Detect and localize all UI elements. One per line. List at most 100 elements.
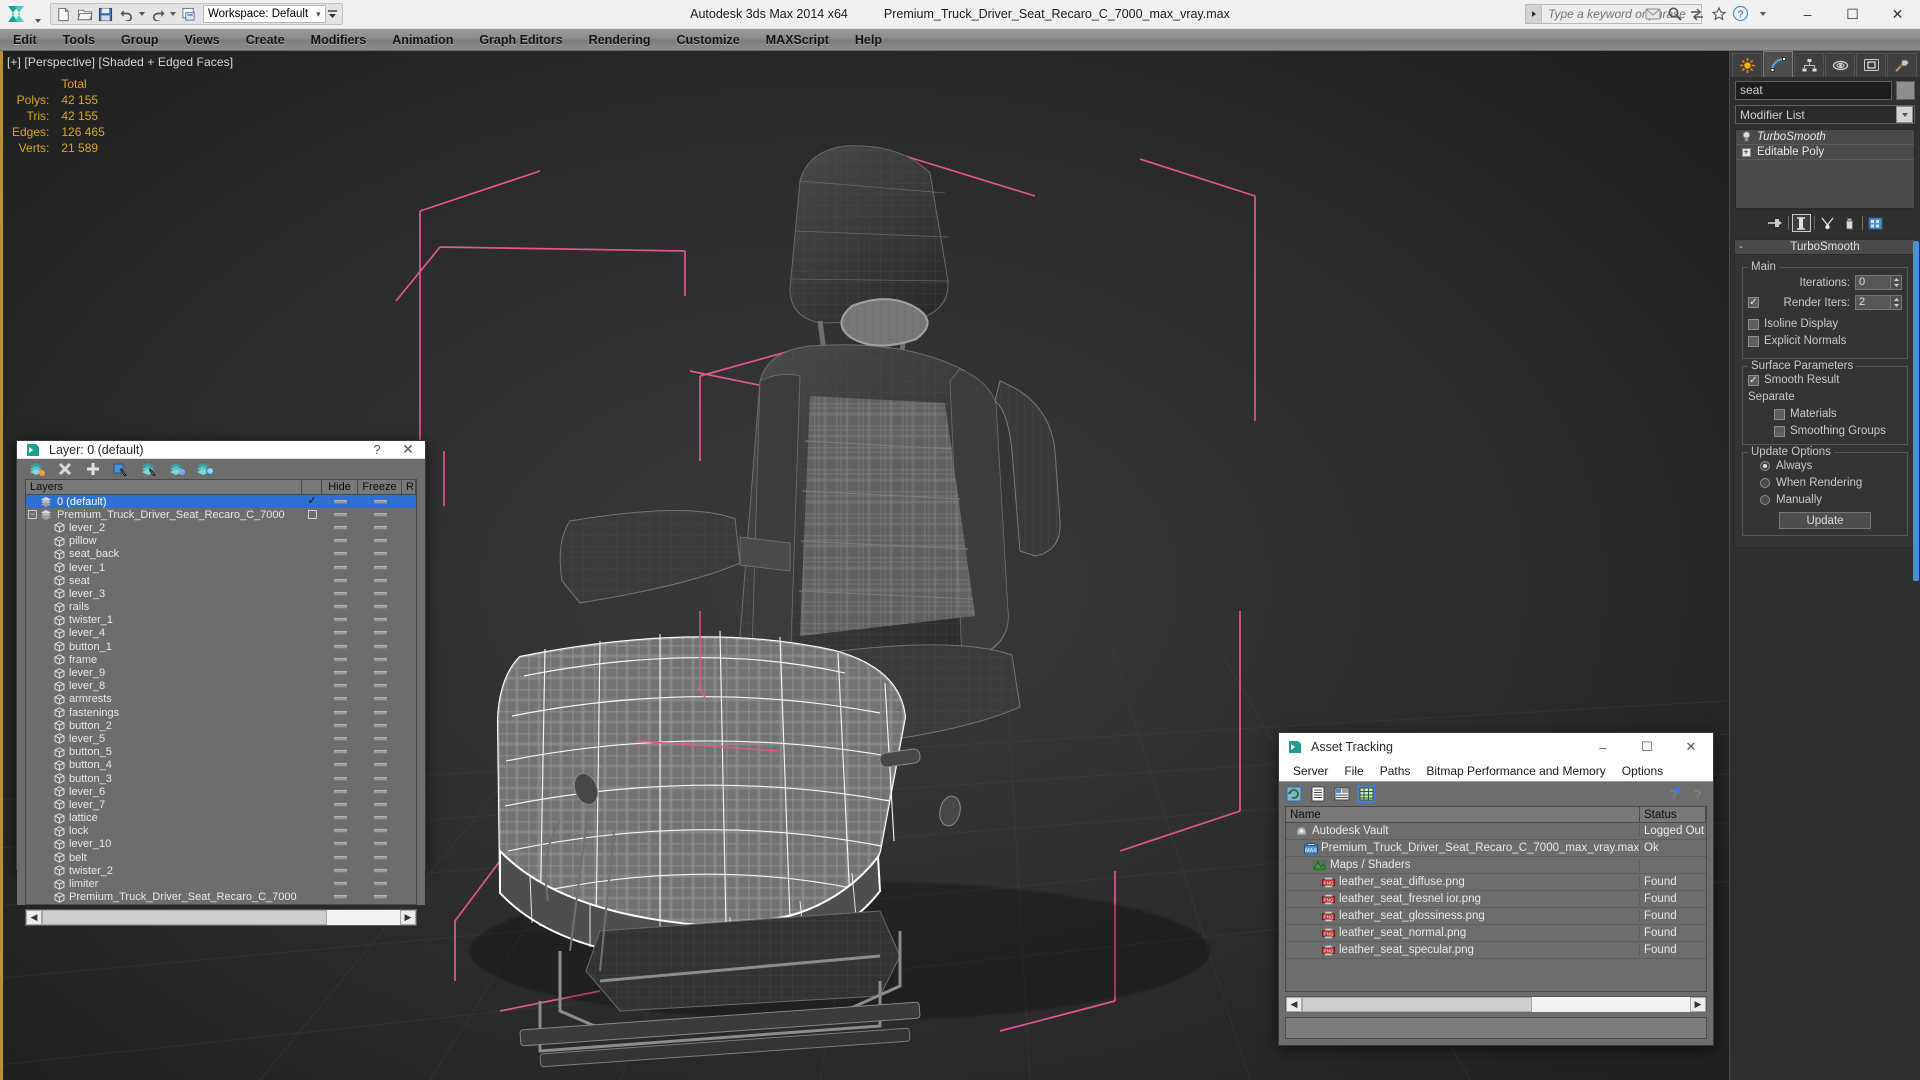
details-view-icon[interactable] — [1333, 785, 1351, 803]
menu-create[interactable]: Create — [233, 29, 298, 51]
layer-row[interactable]: Premium_Truck_Driver_Seat_Recaro_C_7000 — [26, 891, 416, 904]
help-new-features-icon[interactable]: ? — [1665, 785, 1683, 803]
show-end-result-icon[interactable] — [1791, 214, 1811, 232]
scroll-right-icon[interactable]: ▶ — [400, 909, 416, 925]
layer-freeze-cell[interactable] — [358, 644, 402, 649]
column-render[interactable]: R — [402, 480, 416, 494]
layer-row[interactable]: lattice — [26, 812, 416, 825]
separate-smoothing-groups-checkbox[interactable] — [1774, 425, 1785, 437]
layer-hide-cell[interactable] — [322, 736, 358, 741]
highlight-selected-layers-icon[interactable] — [167, 459, 187, 479]
favorites-star-icon[interactable] — [1709, 4, 1728, 23]
layer-current-cell[interactable]: ✓ — [302, 496, 322, 507]
delete-layer-icon[interactable] — [55, 459, 75, 479]
layer-freeze-cell[interactable] — [358, 816, 402, 821]
layer-freeze-cell[interactable] — [358, 684, 402, 689]
add-selection-to-layer-icon[interactable] — [83, 459, 103, 479]
layer-freeze-cell[interactable] — [358, 605, 402, 610]
asset-menu-file[interactable]: File — [1336, 764, 1371, 778]
column-name[interactable]: Name — [1286, 807, 1640, 822]
help-icon[interactable]: ? — [1689, 785, 1707, 803]
layer-horizontal-scrollbar[interactable]: ◀ ▶ — [25, 908, 417, 926]
new-file-icon[interactable] — [53, 5, 74, 24]
layer-row-list[interactable]: 0 (default) ✓ − Premium_Truck_Driver_Seat_R… — [26, 495, 416, 904]
modifier-stack-item-turbosmooth[interactable]: TurboSmooth — [1736, 130, 1914, 145]
layer-row[interactable]: button_2 — [26, 719, 416, 732]
layer-hide-cell[interactable] — [322, 895, 358, 900]
layer-hide-cell[interactable] — [322, 644, 358, 649]
layer-hide-cell[interactable] — [322, 565, 358, 570]
render-iters-spin-buttons[interactable] — [1891, 295, 1902, 310]
layer-row[interactable]: 0 (default) ✓ — [26, 495, 416, 509]
layer-expander-icon[interactable]: − — [28, 510, 37, 520]
layer-row[interactable]: twister_2 — [26, 864, 416, 877]
layer-current-cell[interactable] — [302, 510, 322, 520]
layer-hide-cell[interactable] — [322, 750, 358, 755]
search-tool-icon[interactable] — [1665, 4, 1684, 23]
save-file-icon[interactable] — [95, 5, 116, 24]
rollout-collapse-icon[interactable]: - — [1739, 241, 1743, 253]
menu-help[interactable]: Help — [842, 29, 895, 51]
asset-row[interactable]: Maps / Shaders — [1286, 857, 1706, 874]
layer-row[interactable]: pillow — [26, 535, 416, 548]
update-always-radio[interactable] — [1760, 461, 1770, 471]
select-objects-in-layer-icon[interactable] — [111, 459, 131, 479]
redo-dropdown-icon[interactable] — [168, 5, 178, 24]
layer-hide-cell[interactable] — [322, 882, 358, 887]
layer-hide-cell[interactable] — [322, 657, 358, 662]
layer-row[interactable]: lever_6 — [26, 785, 416, 798]
isoline-display-checkbox[interactable] — [1748, 318, 1759, 330]
workspace-caret-icon[interactable]: ▾ — [308, 8, 321, 20]
menu-tools[interactable]: Tools — [50, 29, 108, 51]
exchange-icon[interactable] — [1687, 4, 1706, 23]
viewport-label[interactable]: [+] [Perspective] [Shaded + Edged Faces] — [7, 55, 233, 69]
undo-dropdown-icon[interactable] — [137, 5, 147, 24]
layer-freeze-cell[interactable] — [358, 657, 402, 662]
layer-freeze-cell[interactable] — [358, 802, 402, 807]
modifier-list-dropdown[interactable]: Modifier List — [1735, 105, 1915, 124]
menu-graph-editors[interactable]: Graph Editors — [466, 29, 575, 51]
layer-hide-cell[interactable] — [322, 552, 358, 557]
layer-row[interactable]: lever_9 — [26, 666, 416, 679]
layer-row[interactable]: lever_2 — [26, 521, 416, 534]
layer-freeze-cell[interactable] — [358, 829, 402, 834]
modify-tab[interactable] — [1763, 51, 1793, 77]
open-file-icon[interactable] — [74, 5, 95, 24]
iterations-spinner[interactable]: 0 — [1855, 275, 1902, 290]
modifier-stack[interactable]: TurboSmooth + Editable Poly — [1735, 129, 1915, 209]
iterations-spin-down-icon[interactable] — [1891, 283, 1901, 290]
layer-explorer-dialog[interactable]: Layer: 0 (default) ? ✕ Layers Hide Freez… — [16, 440, 426, 926]
layer-freeze-cell[interactable] — [358, 591, 402, 596]
layer-hide-cell[interactable] — [322, 512, 358, 517]
update-manually-radio[interactable] — [1760, 495, 1770, 505]
layer-freeze-cell[interactable] — [358, 499, 402, 504]
layer-row[interactable]: seat — [26, 574, 416, 587]
scroll-left-icon[interactable]: ◀ — [26, 909, 42, 925]
layer-grid[interactable]: Layers Hide Freeze R 0 (default) ✓ − Premiu… — [25, 479, 417, 905]
asset-scroll-right-icon[interactable]: ▶ — [1690, 996, 1706, 1012]
asset-menu-server[interactable]: Server — [1285, 764, 1336, 778]
layer-hide-cell[interactable] — [322, 578, 358, 583]
expand-editable-poly-icon[interactable]: + — [1740, 146, 1752, 158]
layer-hide-cell[interactable] — [322, 605, 358, 610]
grid-view-icon[interactable] — [1357, 785, 1375, 803]
layer-freeze-cell[interactable] — [358, 736, 402, 741]
layer-freeze-cell[interactable] — [358, 512, 402, 517]
layer-dialog-close-button[interactable]: ✕ — [391, 441, 425, 458]
layer-freeze-cell[interactable] — [358, 895, 402, 900]
layer-row[interactable]: seat_back — [26, 548, 416, 561]
update-button[interactable]: Update — [1779, 512, 1871, 529]
separate-materials-checkbox[interactable] — [1774, 408, 1785, 420]
layer-freeze-cell[interactable] — [358, 763, 402, 768]
asset-scroll-thumb[interactable] — [1302, 996, 1532, 1012]
motion-tab[interactable] — [1825, 53, 1855, 77]
iterations-value[interactable]: 0 — [1855, 275, 1891, 290]
asset-grid[interactable]: Name Status Autodesk Vault Logged Out MAX P… — [1285, 806, 1707, 992]
layer-dialog-help-button[interactable]: ? — [363, 442, 391, 457]
workspace-selector[interactable]: Workspace: Default ▾ — [203, 5, 326, 23]
modifier-list-caret-icon[interactable] — [1896, 106, 1913, 123]
layer-hide-cell[interactable] — [322, 499, 358, 504]
scroll-track[interactable] — [42, 909, 400, 925]
asset-row[interactable]: Autodesk Vault Logged Out — [1286, 823, 1706, 840]
render-iters-spinner[interactable]: 2 — [1855, 295, 1902, 310]
